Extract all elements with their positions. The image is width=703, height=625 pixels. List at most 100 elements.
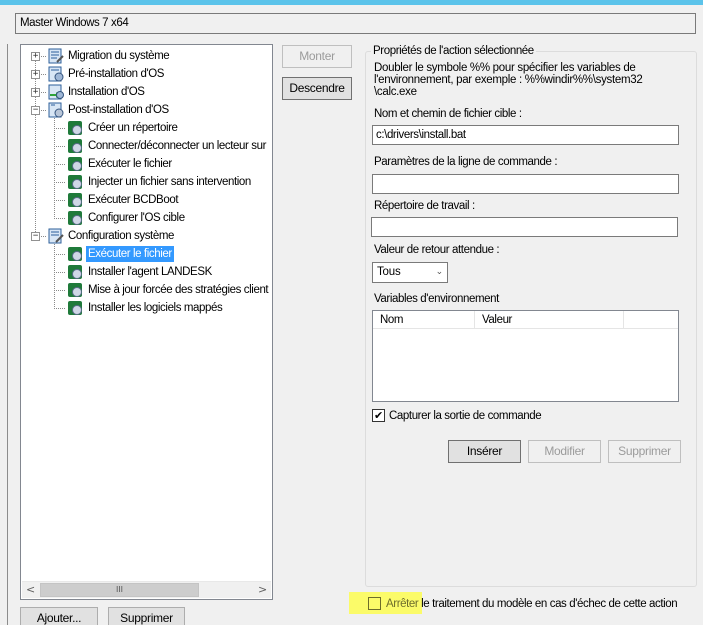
target-file-label: Nom et chemin de fichier cible : [374,108,522,120]
expand-icon[interactable]: + [31,52,40,61]
env-vars-list[interactable]: Nom Valeur [372,310,679,402]
tree-label: Installation d'OS [68,86,145,98]
tree-label: Post-installation d'OS [68,104,169,116]
column-header-value[interactable]: Valeur [475,311,624,329]
action-icon [68,175,82,189]
tree-category-migration[interactable]: + Migration du système [21,47,271,65]
sysconfig-icon [48,228,64,244]
action-icon [68,211,82,225]
move-up-button[interactable]: Monter [282,45,352,68]
help-text-line: Doubler le symbole %% pour spécifier les… [374,62,636,74]
tree-label: Installer l'agent LANDESK [88,266,212,278]
tree-line [54,254,66,255]
command-params-input[interactable] [372,174,679,194]
help-text: Doubler le symbole %% pour spécifier les… [374,62,684,98]
return-value-selected: Tous [377,266,401,278]
stop-on-failure-checkbox[interactable] [368,597,381,610]
left-pane-edge [0,44,8,625]
env-vars-label: Variables d'environnement [374,293,499,305]
working-dir-input[interactable] [371,217,678,237]
tree-label: Mise à jour forcée des stratégies client [88,284,269,296]
tree-action-create-directory[interactable]: Créer un répertoire [21,119,271,137]
tree-action-execute-file-selected[interactable]: Exécuter le fichier [21,245,271,263]
action-icon [68,193,82,207]
add-button[interactable]: Ajouter... [20,607,98,625]
tree-action-bcdboot[interactable]: Exécuter BCDBoot [21,191,271,209]
help-text-line: l'environnement, par exemple : %%windir%… [374,74,643,86]
tree-line [54,290,66,291]
target-file-input[interactable]: c:\drivers\install.bat [372,125,679,145]
tree-label: Injecter un fichier sans intervention [88,176,251,188]
preinstall-icon [48,66,64,82]
expand-icon[interactable]: + [31,88,40,97]
tree-label: Pré-installation d'OS [68,68,165,80]
tree-label: Exécuter le fichier [88,158,172,170]
collapse-icon[interactable]: − [31,232,40,241]
action-icon [68,139,82,153]
delete-env-button[interactable]: Supprimer [608,440,681,463]
tree-line [54,218,66,219]
action-icon [68,247,82,261]
tree-line [41,236,47,237]
tree-line [54,182,66,183]
chevron-down-icon: ⌄ [435,267,444,277]
tree-category-install[interactable]: + Installation d'OS [21,83,271,101]
modify-button[interactable]: Modifier [528,440,601,463]
tree-label: Installer les logiciels mappés [88,302,223,314]
env-vars-header: Nom Valeur [373,311,678,329]
properties-group-title: Propriétés de l'action sélectionnée [371,44,536,58]
stop-on-failure-label: Arrêter le traitement du modèle en cas d… [386,597,678,611]
action-icon [68,157,82,171]
collapse-icon[interactable]: − [31,106,40,115]
column-header-name[interactable]: Nom [373,311,475,329]
tree-label: Créer un répertoire [88,122,178,134]
insert-button[interactable]: Insérer [448,440,521,463]
scroll-right-icon[interactable]: > [254,582,271,598]
tree-action-policy-update[interactable]: Mise à jour forcée des stratégies client [21,281,271,299]
tree-action-map-drive[interactable]: Connecter/déconnecter un lecteur sur [21,137,271,155]
template-name-field[interactable]: Master Windows 7 x64 [15,13,696,34]
tree-line [54,128,66,129]
tree-label: Connecter/déconnecter un lecteur sur [88,140,267,152]
tree-line [41,56,47,57]
stop-on-failure-label-highlighted: Arrêter [386,598,419,610]
action-icon [68,265,82,279]
command-params-label: Paramètres de la ligne de commande : [374,156,558,168]
tree-label: Exécuter BCDBoot [88,194,179,206]
move-down-button[interactable]: Descendre [282,77,352,100]
migration-icon [48,48,64,64]
tree-line [54,146,66,147]
capture-output-checkbox[interactable]: ✔ [372,409,385,422]
capture-output-label: Capturer la sortie de commande [389,410,542,422]
tree-action-configure-os[interactable]: Configurer l'OS cible [21,209,271,227]
action-tree[interactable]: + Migration du système + Pré-installatio… [20,44,273,600]
tree-line [54,200,66,201]
tree-action-inject-file[interactable]: Injecter un fichier sans intervention [21,173,271,191]
postinstall-icon [48,102,64,118]
action-icon [68,283,82,297]
scrollbar-thumb[interactable]: III [40,583,199,597]
tree-action-install-agent[interactable]: Installer l'agent LANDESK [21,263,271,281]
tree-horizontal-scrollbar[interactable]: < III > [22,581,271,598]
tree-line [54,308,66,309]
tree-label-selected: Exécuter le fichier [86,246,174,262]
expand-icon[interactable]: + [31,70,40,79]
tree-category-preinstall[interactable]: + Pré-installation d'OS [21,65,271,83]
tree-action-execute-file[interactable]: Exécuter le fichier [21,155,271,173]
tree-label: Configurer l'OS cible [88,212,185,224]
action-icon [68,121,82,135]
tree-line [54,272,66,273]
tree-action-install-software[interactable]: Installer les logiciels mappés [21,299,271,317]
return-value-select[interactable]: Tous ⌄ [372,262,448,283]
return-value-label: Valeur de retour attendue : [374,244,500,256]
help-text-line: \calc.exe [374,86,417,98]
tree-category-postinstall[interactable]: − Post-installation d'OS [21,101,271,119]
tree-label: Configuration système [68,230,175,242]
working-dir-label: Répertoire de travail : [374,200,475,212]
scroll-left-icon[interactable]: < [22,582,39,598]
tree-category-sysconfig[interactable]: − Configuration système [21,227,271,245]
column-header-filler [624,311,678,329]
delete-action-button[interactable]: Supprimer [108,607,185,625]
tree-line [41,74,47,75]
tree-line [54,164,66,165]
